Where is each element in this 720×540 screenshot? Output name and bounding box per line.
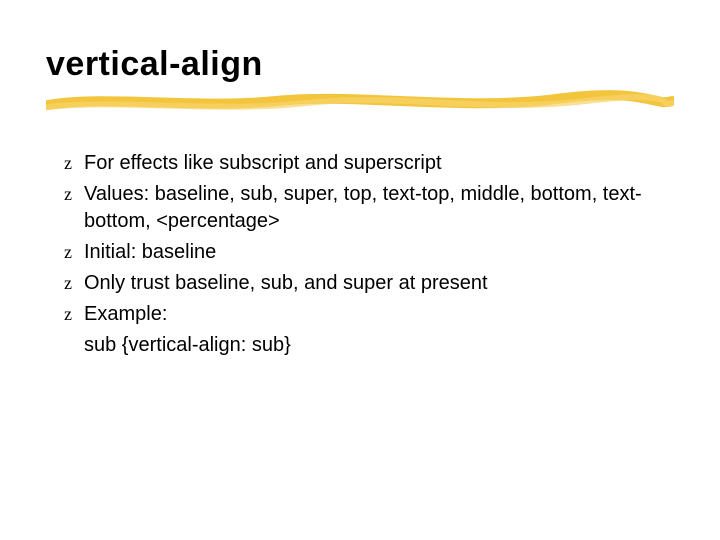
title-underline-stroke: [46, 89, 674, 115]
slide-title: vertical-align: [46, 46, 674, 89]
list-item: z For effects like subscript and supersc…: [60, 150, 660, 177]
bullet-list: z For effects like subscript and supersc…: [60, 150, 660, 359]
bullet-icon: z: [60, 301, 76, 328]
bullet-icon: z: [60, 150, 76, 177]
bullet-icon: z: [60, 239, 76, 266]
example-code-line: sub {vertical-align: sub}: [84, 332, 660, 359]
list-item: z Only trust baseline, sub, and super at…: [60, 270, 660, 297]
bullet-icon: z: [60, 181, 76, 208]
title-area: vertical-align: [46, 46, 674, 115]
list-item: z Initial: baseline: [60, 239, 660, 266]
bullet-text: Only trust baseline, sub, and super at p…: [84, 270, 660, 297]
list-item: z Values: baseline, sub, super, top, tex…: [60, 181, 660, 235]
list-item: z Example:: [60, 301, 660, 328]
bullet-text: Example:: [84, 301, 660, 328]
bullet-text: Initial: baseline: [84, 239, 660, 266]
bullet-text: Values: baseline, sub, super, top, text-…: [84, 181, 660, 235]
slide: vertical-align z For effects like subscr…: [0, 0, 720, 540]
bullet-text: For effects like subscript and superscri…: [84, 150, 660, 177]
bullet-icon: z: [60, 270, 76, 297]
